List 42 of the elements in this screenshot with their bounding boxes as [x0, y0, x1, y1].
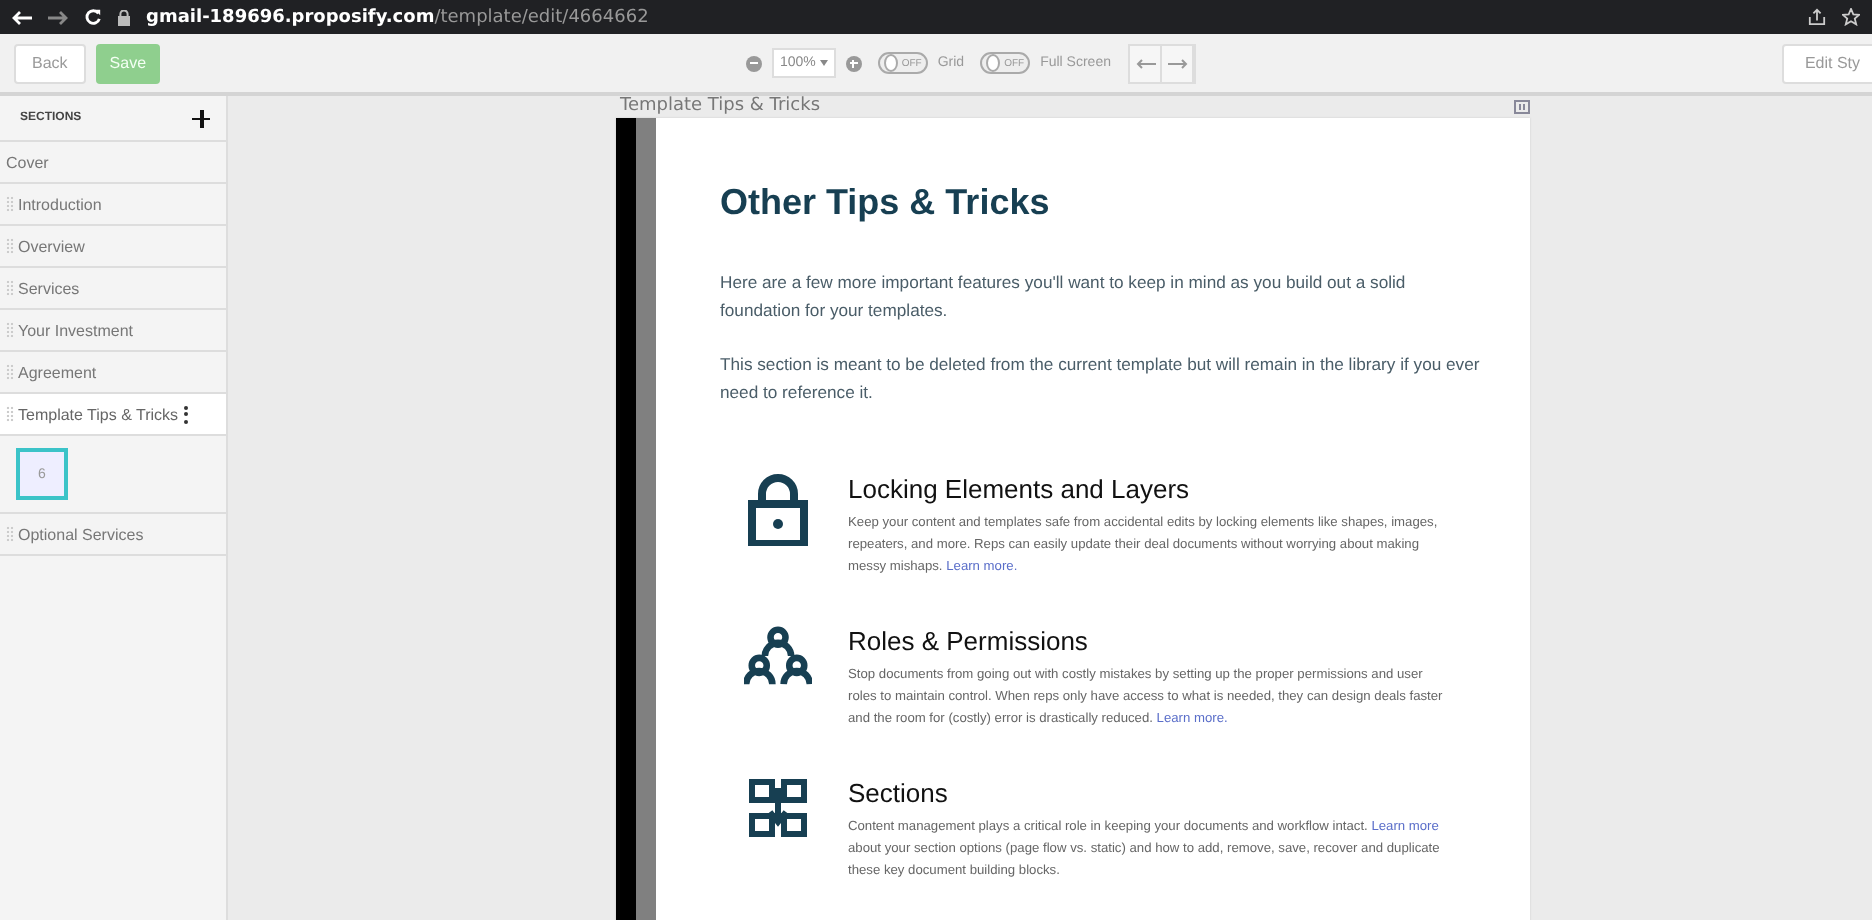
section-item[interactable]: Optional Services — [0, 514, 226, 556]
more-options-icon[interactable] — [184, 405, 189, 423]
feature-heading: Roles & Permissions — [848, 626, 1090, 656]
drag-handle-icon[interactable] — [6, 406, 14, 422]
lock-icon — [118, 9, 130, 25]
reload-icon[interactable] — [84, 8, 102, 26]
drag-handle-icon[interactable] — [6, 280, 14, 296]
caret-icon — [819, 60, 828, 66]
section-item[interactable]: Overview — [0, 226, 226, 268]
share-icon[interactable] — [1808, 8, 1826, 26]
page-title: Other Tips & Tricks — [720, 182, 1052, 224]
redo-button[interactable] — [1162, 45, 1195, 81]
forward-arrow-icon[interactable] — [48, 9, 68, 25]
section-item[interactable]: Your Investment — [0, 310, 226, 352]
back-button[interactable]: Back — [14, 43, 86, 83]
edit-style-button[interactable]: Edit Sty — [1782, 43, 1872, 83]
drag-handle-icon[interactable] — [6, 322, 14, 338]
section-item[interactable]: Services — [0, 268, 226, 310]
zoom-out-icon[interactable] — [745, 55, 762, 71]
undo-button[interactable] — [1130, 45, 1163, 81]
intro-paragraph: Here are a few more important features you'll want to keep in mind as you build out a solid foundation for your templates. — [720, 270, 1408, 324]
feature-heading: Sections — [848, 778, 950, 808]
section-item[interactable]: Template Tips & Tricks — [0, 394, 226, 436]
left-arrow-icon — [1135, 57, 1156, 69]
drag-handle-icon[interactable] — [6, 364, 14, 380]
back-arrow-icon[interactable] — [12, 9, 32, 25]
address-bar[interactable]: gmail-189696.proposify.com/template/edit/4664662 — [146, 7, 649, 27]
section-item[interactable]: Introduction — [0, 184, 226, 226]
drag-handle-icon[interactable] — [6, 196, 14, 212]
right-arrow-icon — [1167, 57, 1188, 69]
section-item[interactable]: Cover — [0, 142, 226, 184]
people-icon — [744, 626, 812, 686]
add-icon[interactable] — [192, 109, 210, 127]
drag-handle-icon[interactable] — [6, 526, 14, 542]
feature-heading: Locking Elements and Layers — [848, 474, 1192, 504]
padlock-icon — [744, 474, 812, 546]
sections-icon — [744, 778, 812, 838]
zoom-in-icon[interactable] — [845, 55, 862, 71]
section-name-label: Template Tips & Tricks — [618, 96, 821, 118]
intro-paragraph: This section is meant to be deleted from the current template but will remain in the library if you ever need to reference it. — [720, 352, 1480, 406]
star-icon[interactable] — [1842, 8, 1860, 26]
drag-handle-icon[interactable] — [6, 238, 14, 254]
